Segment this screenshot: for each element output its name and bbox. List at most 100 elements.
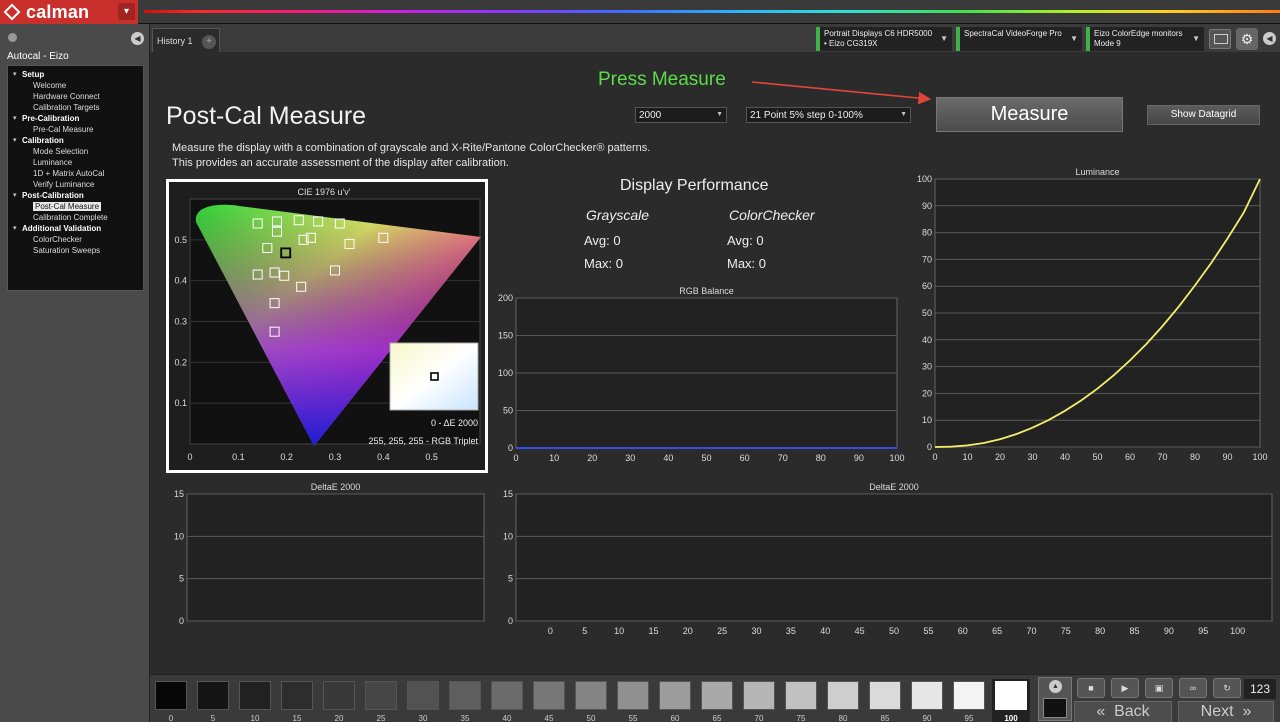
pin-icon[interactable] (8, 33, 17, 42)
gray-swatch[interactable]: 75 (782, 679, 820, 722)
x-tick-label: 50 (1092, 452, 1102, 462)
tab-history[interactable]: History 1 + (152, 28, 220, 52)
chevron-down-icon[interactable]: ▼ (1192, 34, 1200, 44)
cie-title: CIE 1976 u'v' (298, 187, 351, 197)
chevron-down-icon[interactable]: ▼ (940, 34, 948, 44)
y-tick-label: 100 (917, 174, 932, 184)
pattern-select[interactable]: 21 Point 5% step 0-100% ▼ (746, 107, 911, 123)
device-display-sub: Mode 9 (1094, 39, 1121, 48)
x-tick-label: 25 (717, 626, 727, 636)
tree-section[interactable]: Post-Calibration (8, 190, 143, 201)
loop-icon[interactable]: ∞ (1179, 678, 1207, 698)
measure-button[interactable]: Measure (936, 97, 1123, 132)
swatch-patch (197, 681, 229, 710)
gray-swatch[interactable]: 90 (908, 679, 946, 722)
gray-swatch[interactable]: 35 (446, 679, 484, 722)
chevron-up-icon[interactable]: ▲ (1049, 680, 1062, 693)
chevron-down-icon[interactable]: ▼ (1070, 34, 1078, 44)
swatch-label: 35 (460, 714, 470, 722)
x-tick-label: 60 (1125, 452, 1135, 462)
gray-swatch[interactable]: 60 (656, 679, 694, 722)
tree-item-label: Calibration Targets (33, 103, 100, 112)
tree-item[interactable]: Saturation Sweeps (8, 245, 143, 256)
device-display[interactable]: Eizo ColorEdge monitors Mode 9 ▼ (1086, 27, 1204, 51)
swatch-patch (659, 681, 691, 710)
refresh-icon[interactable]: ↻ (1213, 678, 1241, 698)
play-button[interactable]: ▶ (1111, 678, 1139, 698)
swatch-label: 0 (168, 714, 174, 722)
swatch-patch (365, 681, 397, 710)
y-tick-label: 60 (922, 281, 932, 291)
source-selector[interactable]: ▲ (1038, 677, 1072, 721)
swatch-patch (785, 681, 817, 710)
collapse-left-icon[interactable]: ◀ (131, 32, 144, 45)
colorchecker-avg: Avg: 0 (727, 233, 764, 248)
back-label: Back (1114, 703, 1150, 720)
gray-swatch[interactable]: 5 (194, 679, 232, 722)
tree-item[interactable]: Pre-Cal Measure (8, 124, 143, 135)
gray-swatch[interactable]: 55 (614, 679, 652, 722)
swatch-patch (995, 681, 1027, 710)
tree-item[interactable]: 1D + Matrix AutoCal (8, 168, 143, 179)
swatch-label: 60 (670, 714, 680, 722)
tree-section[interactable]: Setup (8, 69, 143, 80)
tree-section[interactable]: Pre-Calibration (8, 113, 143, 124)
y-tick-label: 5 (179, 574, 184, 584)
y-tick-label: 5 (508, 574, 513, 584)
gray-swatch[interactable]: 15 (278, 679, 316, 722)
save-icon[interactable]: ▣ (1145, 678, 1173, 698)
gray-swatch[interactable]: 65 (698, 679, 736, 722)
y-tick-label: 10 (174, 531, 184, 541)
delta-e-select[interactable]: 2000 ▼ (635, 107, 727, 123)
tree-section[interactable]: Additional Validation (8, 223, 143, 234)
chart-title: DeltaE 2000 (311, 482, 361, 492)
add-tab-icon[interactable]: + (202, 35, 216, 49)
gray-swatch[interactable]: 95 (950, 679, 988, 722)
swatch-patch (281, 681, 313, 710)
show-datagrid-button[interactable]: Show Datagrid (1147, 105, 1260, 125)
collapse-right-icon[interactable]: ◀ (1263, 32, 1276, 45)
tree-item[interactable]: Verify Luminance (8, 179, 143, 190)
tree-item[interactable]: Mode Selection (8, 146, 143, 157)
gray-swatch[interactable]: 10 (236, 679, 274, 722)
next-button[interactable]: Next » (1178, 701, 1274, 722)
device-meter[interactable]: Portrait Displays C6 HDR5000 • Eizo CG31… (816, 27, 952, 51)
tree-item[interactable]: Calibration Complete (8, 212, 143, 223)
chart-title: RGB Balance (679, 286, 734, 296)
tree-item[interactable]: Calibration Targets (8, 102, 143, 113)
gray-swatch[interactable]: 40 (488, 679, 526, 722)
gray-swatch[interactable]: 85 (866, 679, 904, 722)
gray-swatch[interactable]: 70 (740, 679, 778, 722)
gray-swatch[interactable]: 0 (152, 679, 190, 722)
y-tick-label: 200 (498, 293, 513, 303)
chevron-down-icon[interactable]: ▾ (118, 3, 135, 20)
tree-item[interactable]: Welcome (8, 80, 143, 91)
back-button[interactable]: « Back (1074, 701, 1172, 722)
gray-swatch[interactable]: 100 (992, 679, 1030, 722)
x-tick-label: 70 (1157, 452, 1167, 462)
tree-item[interactable]: Post-Cal Measure (8, 201, 143, 212)
tree-item[interactable]: Luminance (8, 157, 143, 168)
x-tick-label: 60 (958, 626, 968, 636)
monitor-icon[interactable] (1209, 29, 1231, 49)
x-tick-label: 70 (1026, 626, 1036, 636)
x-tick-label: 90 (1222, 452, 1232, 462)
gray-swatch[interactable]: 80 (824, 679, 862, 722)
gear-icon[interactable]: ⚙ (1236, 28, 1258, 50)
gray-swatch[interactable]: 25 (362, 679, 400, 722)
gray-swatch[interactable]: 50 (572, 679, 610, 722)
tree-item[interactable]: Hardware Connect (8, 91, 143, 102)
rainbow-bar (144, 10, 1280, 13)
tree-item[interactable]: ColorChecker (8, 234, 143, 245)
plot-area (186, 493, 485, 622)
calman-logo[interactable]: calman ▾ (0, 0, 138, 24)
tree-section[interactable]: Calibration (8, 135, 143, 146)
gray-swatch[interactable]: 30 (404, 679, 442, 722)
swatch-patch (575, 681, 607, 710)
double-chevron-right-icon: » (1233, 703, 1252, 720)
stop-button[interactable]: ■ (1077, 678, 1105, 698)
device-generator[interactable]: SpectraCal VideoForge Pro ▼ (956, 27, 1082, 51)
bottom-bar: 0 5 10 15 20 25 30 35 40 45 50 55 60 65 70 75 80 85 90 95 10… (150, 674, 1280, 722)
gray-swatch[interactable]: 20 (320, 679, 358, 722)
gray-swatch[interactable]: 45 (530, 679, 568, 722)
